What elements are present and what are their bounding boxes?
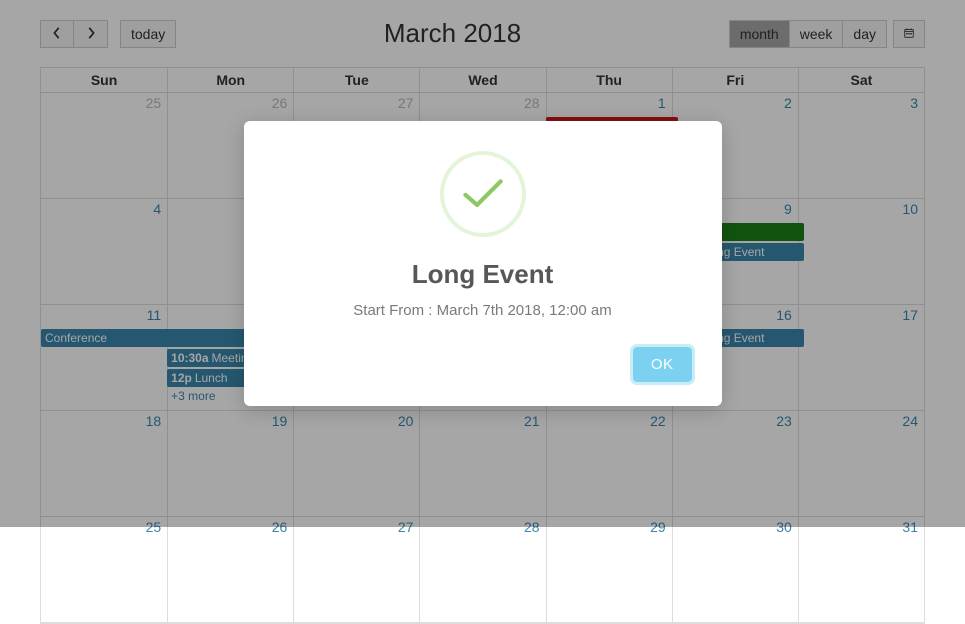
calendar-cell[interactable]: 25: [41, 517, 167, 623]
modal-title: Long Event: [274, 259, 692, 290]
success-check-icon: [440, 151, 526, 237]
calendar-cell[interactable]: 30: [672, 517, 798, 623]
calendar-cell[interactable]: 28: [419, 517, 545, 623]
calendar-cell[interactable]: 31: [798, 517, 924, 623]
modal-ok-button[interactable]: OK: [633, 347, 692, 382]
event-modal: Long Event Start From : March 7th 2018, …: [244, 121, 722, 406]
calendar-cell[interactable]: 26: [167, 517, 293, 623]
calendar-cell[interactable]: 27: [293, 517, 419, 623]
calendar-cell[interactable]: 29: [546, 517, 672, 623]
modal-body: Start From : March 7th 2018, 12:00 am: [274, 302, 692, 319]
modal-overlay[interactable]: Long Event Start From : March 7th 2018, …: [0, 0, 965, 527]
